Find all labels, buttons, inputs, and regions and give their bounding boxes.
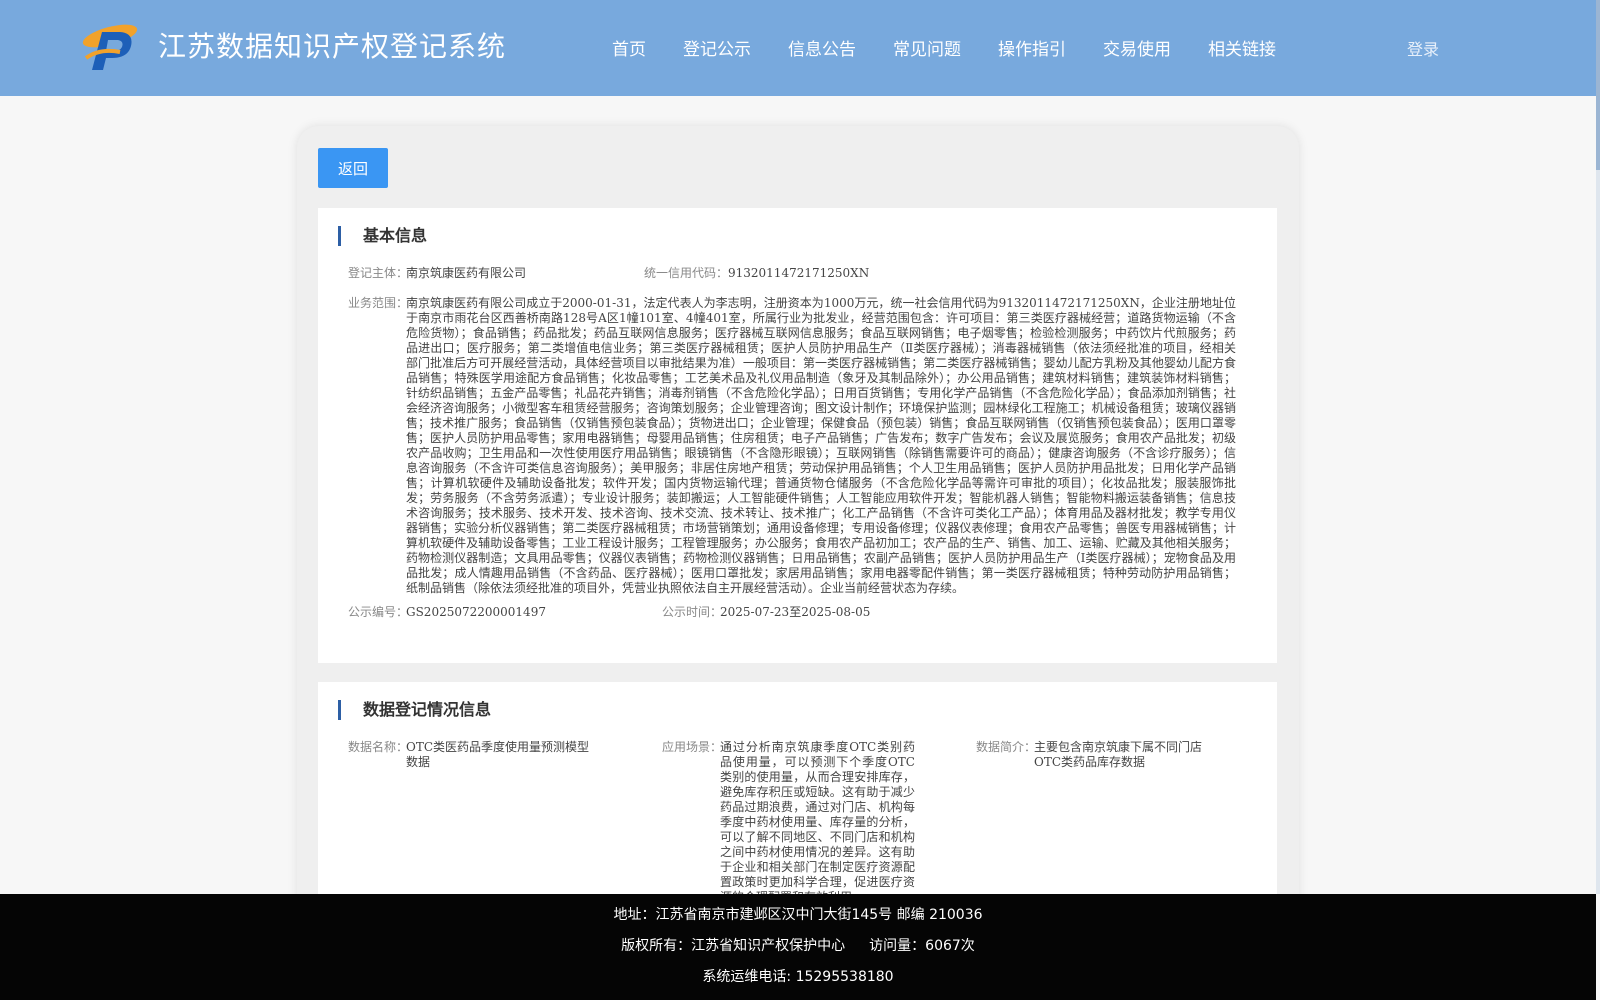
section-title-data: 数据登记情况信息 <box>338 700 491 720</box>
field-value: 主要包含南京筑康下属不同门店OTC类药品库存数据 <box>1034 740 1203 769</box>
site-title: 江苏数据知识产权登记系统 <box>158 30 507 63</box>
footer-copyright-line: 版权所有：江苏省知识产权保护中心 访问量：6067次 <box>0 935 1596 955</box>
nav-links[interactable]: 相关链接 <box>1208 35 1276 60</box>
nav-guide[interactable]: 操作指引 <box>998 35 1066 60</box>
footer-phone: 系统运维电话: 15295538180 <box>702 969 894 985</box>
field-value: 南京筑康医药有限公司 <box>406 266 527 280</box>
field-label: 统一信用代码： <box>643 266 728 280</box>
footer-address: 地址：江苏省南京市建邺区汉中门大街145号 邮编 210036 <box>613 907 983 923</box>
page-scrollbar[interactable] <box>1596 0 1600 894</box>
field-value: 通过分析南京筑康季度OTC类别药品使用量，可以预测下个季度OTC类别的使用量，从… <box>720 740 915 904</box>
data-registration-card: 数据登记情况信息 数据名称： OTC类医药品季度使用量预测模型数据 应用场景： … <box>318 682 1277 912</box>
field-label: 公示时间： <box>662 605 723 619</box>
field-label: 业务范围： <box>348 296 409 310</box>
back-button[interactable]: 返回 <box>318 148 388 188</box>
nav-faq[interactable]: 常见问题 <box>893 35 961 60</box>
footer-visits: 访问量：6067次 <box>869 938 975 954</box>
footer-copyright: 版权所有：江苏省知识产权保护中心 <box>621 938 846 954</box>
nav-trade-use[interactable]: 交易使用 <box>1103 35 1171 60</box>
top-header: 江苏数据知识产权登记系统 首页 登记公示 信息公告 常见问题 操作指引 交易使用… <box>0 0 1596 96</box>
site-footer: 地址：江苏省南京市建邺区汉中门大街145号 邮编 210036 版权所有：江苏省… <box>0 894 1596 1000</box>
field-value: OTC类医药品季度使用量预测模型数据 <box>406 740 590 769</box>
field-value: 2025-07-23至2025-08-05 <box>720 605 871 619</box>
section-title-basic: 基本信息 <box>338 226 427 246</box>
scrollbar-thumb[interactable] <box>1596 0 1600 170</box>
nav-registration-publicity[interactable]: 登记公示 <box>683 35 751 60</box>
main-nav: 首页 登记公示 信息公告 常见问题 操作指引 交易使用 相关链接 <box>612 35 1313 60</box>
field-label: 登记主体： <box>348 266 409 280</box>
field-label: 应用场景： <box>662 740 723 754</box>
site-logo[interactable] <box>80 18 140 74</box>
basic-info-card: 基本信息 登记主体： 南京筑康医药有限公司 统一信用代码： 9132011472… <box>318 208 1277 663</box>
field-value: GS2025072200001497 <box>406 605 546 619</box>
field-label: 数据简介： <box>976 740 1037 754</box>
nav-announcements[interactable]: 信息公告 <box>788 35 856 60</box>
login-link[interactable]: 登录 <box>1407 36 1439 60</box>
field-label: 数据名称： <box>348 740 409 754</box>
nav-home[interactable]: 首页 <box>612 35 646 60</box>
field-label: 公示编号： <box>348 605 409 619</box>
field-value: 9132011472171250XN <box>728 266 870 280</box>
field-value: 南京筑康医药有限公司成立于2000-01-31，法定代表人为李志明，注册资本为1… <box>406 296 1236 595</box>
